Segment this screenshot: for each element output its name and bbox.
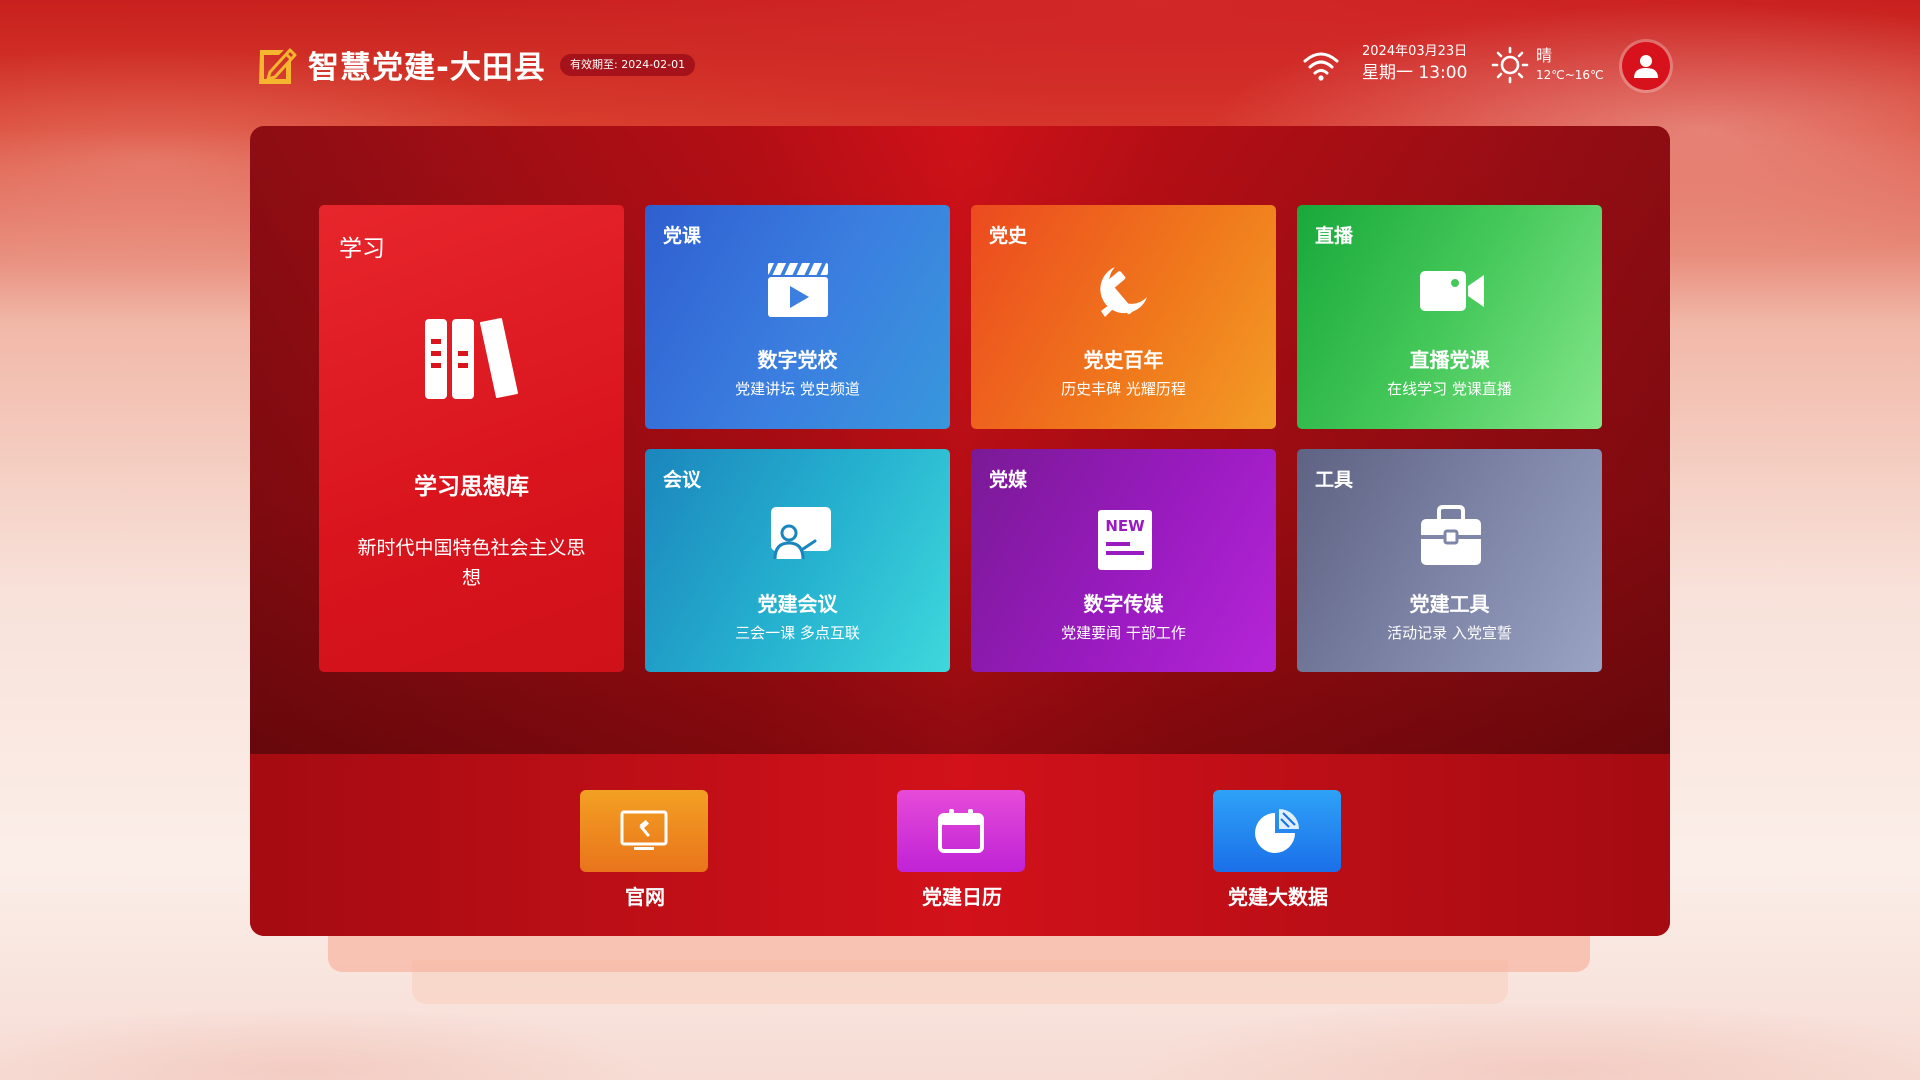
tile-digital-media[interactable]: 党媒 NEW 数字传媒 党建要闻 干部工作 — [971, 449, 1276, 672]
tile-party-meeting[interactable]: 会议 党建会议 三会一课 多点互联 — [645, 449, 950, 672]
shortcut-website[interactable]: 官网 — [580, 790, 710, 910]
tile-subtitle: 党建要闻 干部工作 — [1061, 624, 1186, 642]
user-avatar-button[interactable] — [1622, 42, 1670, 90]
tile-name: 学习思想库 — [414, 474, 529, 500]
pie-chart-icon — [1213, 790, 1341, 872]
shortcut-party-calendar[interactable]: 党建日历 — [897, 790, 1027, 910]
tile-subtitle: 党建讲坛 党史频道 — [735, 380, 860, 398]
app-title: 智慧党建-大田县 — [308, 50, 546, 86]
header: 智慧党建-大田县 有效期至: 2024-02-01 2024年03月23日 星期… — [0, 0, 1920, 125]
tile-party-history[interactable]: 党史 党史百年 历史丰碑 光耀历程 — [971, 205, 1276, 429]
panel-shadow-layer — [328, 930, 1590, 972]
sun-icon — [1490, 45, 1530, 85]
tile-name: 数字党校 — [757, 348, 838, 372]
wifi-icon — [1302, 50, 1340, 82]
video-clapper-icon — [767, 261, 829, 323]
news-badge-text: NEW — [1105, 517, 1145, 535]
weather-temperature: 12℃~16℃ — [1536, 68, 1604, 82]
date-text: 2024年03月23日 — [1362, 44, 1468, 59]
news-icon: NEW — [1097, 509, 1153, 575]
tile-subtitle: 新时代中国特色社会主义思想 — [357, 537, 586, 589]
tile-subtitle: 活动记录 入党宣誓 — [1387, 624, 1512, 642]
tile-live-course[interactable]: 直播 直播党课 在线学习 党课直播 — [1297, 205, 1602, 429]
tile-category: 党课 — [663, 225, 702, 247]
tile-category: 党媒 — [989, 469, 1028, 491]
weather-condition: 晴 — [1536, 46, 1553, 65]
toolbox-icon — [1419, 505, 1483, 571]
website-icon — [580, 790, 708, 872]
calendar-icon — [897, 790, 1025, 872]
validity-badge: 有效期至: 2024-02-01 — [560, 54, 696, 76]
user-icon — [1634, 55, 1658, 78]
presentation-icon — [767, 505, 833, 565]
shortcut-label: 党建大数据 — [1228, 885, 1328, 909]
tile-name: 党建会议 — [757, 592, 838, 616]
tile-name: 数字传媒 — [1083, 592, 1164, 616]
tile-category: 工具 — [1315, 469, 1354, 491]
tile-category: 会议 — [663, 469, 702, 491]
tile-category: 党史 — [989, 225, 1028, 247]
tile-subtitle: 历史丰碑 光耀历程 — [1061, 380, 1186, 398]
tile-digital-party-school[interactable]: 党课 数字党校 党建讲坛 党史频道 — [645, 205, 950, 429]
books-icon — [423, 317, 519, 405]
tile-subtitle: 在线学习 党课直播 — [1387, 380, 1512, 398]
datetime: 2024年03月23日 星期一 13:00 — [1362, 43, 1467, 85]
tile-category: 直播 — [1315, 225, 1354, 247]
logo-icon — [252, 44, 298, 88]
tile-name: 党建工具 — [1409, 592, 1490, 616]
tile-category: 学习 — [339, 236, 385, 262]
shortcut-party-big-data[interactable]: 党建大数据 — [1213, 790, 1343, 910]
tile-name: 直播党课 — [1409, 348, 1490, 372]
shortcut-label: 党建日历 — [922, 885, 1002, 909]
weekday-time-text: 星期一 13:00 — [1362, 63, 1468, 83]
weather-info: 晴 12℃~16℃ — [1536, 46, 1604, 84]
hammer-sickle-icon — [1093, 261, 1153, 325]
tile-subtitle: 三会一课 多点互联 — [735, 624, 860, 642]
tile-name: 党史百年 — [1083, 348, 1164, 372]
tile-party-tools[interactable]: 工具 党建工具 活动记录 入党宣誓 — [1297, 449, 1602, 672]
video-camera-icon — [1419, 261, 1485, 323]
tile-study-library[interactable]: 学习 学习思想库 新时代中国特色社会主义思想 — [319, 205, 624, 672]
shortcut-label: 官网 — [625, 885, 665, 909]
